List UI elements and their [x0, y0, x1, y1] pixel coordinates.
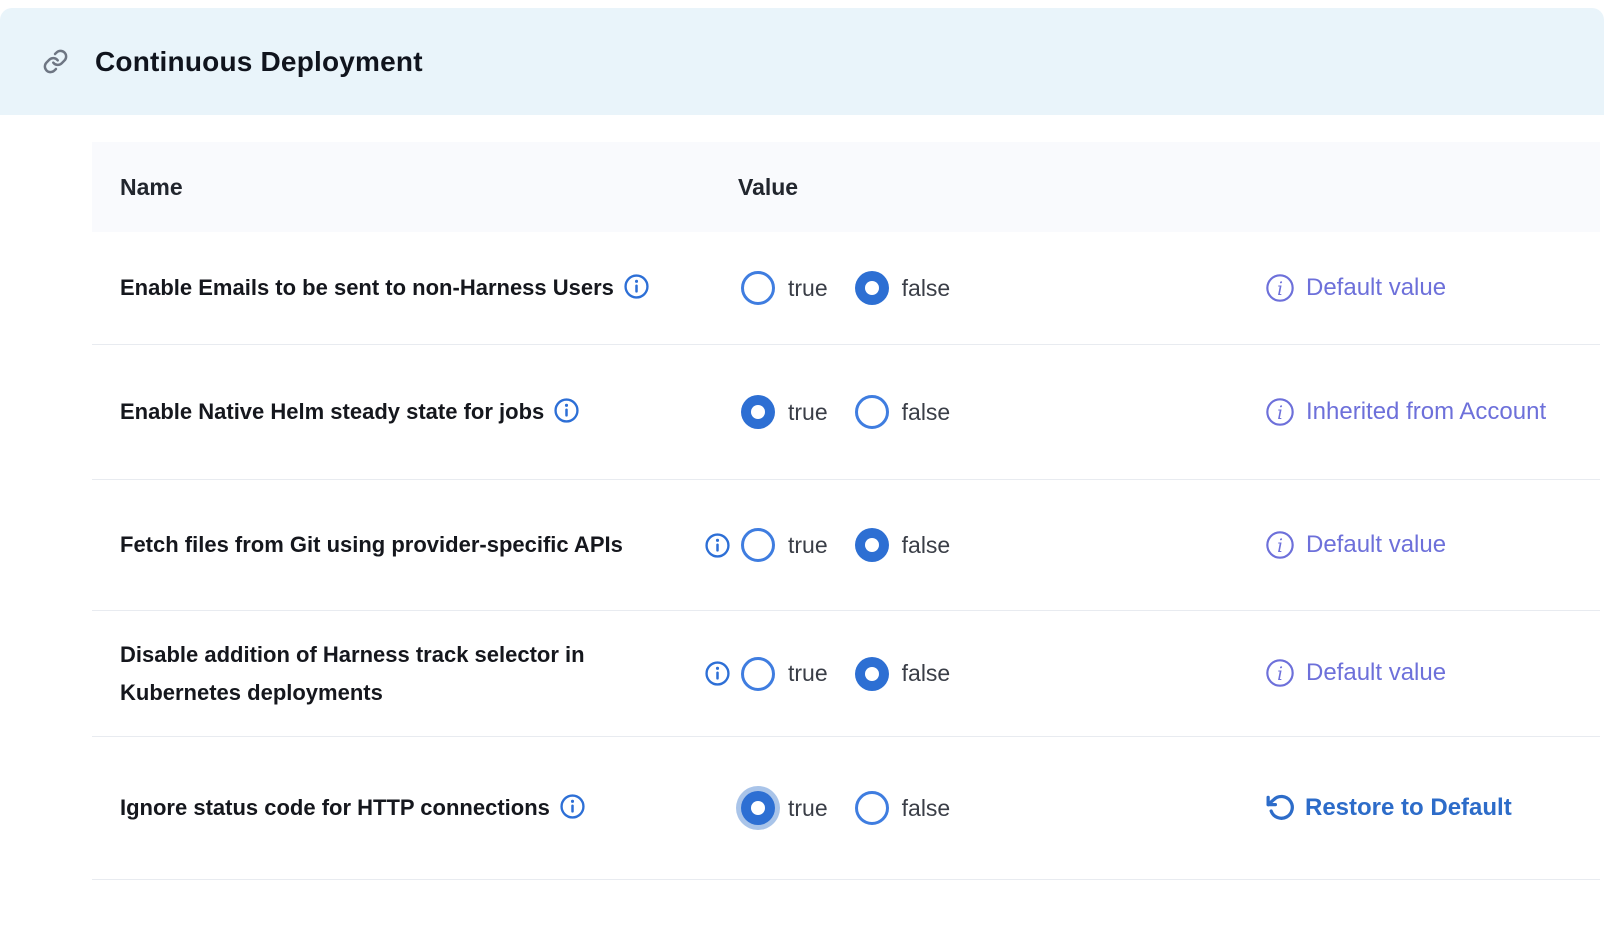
radio-button-true[interactable]: [741, 657, 775, 691]
radio-button-false[interactable]: [855, 657, 889, 691]
settings-row: Enable Native Helm steady state for jobs: [92, 345, 1600, 480]
radio-button-false[interactable]: [855, 395, 889, 429]
setting-status-cell: i Restore to Default: [1265, 791, 1600, 825]
setting-name-cell: Enable Emails to be sent to non-Harness …: [120, 269, 705, 307]
radio-label-true: true: [788, 399, 828, 426]
setting-name-cell: Disable addition of Harness track select…: [120, 636, 705, 712]
info-icon[interactable]: [705, 533, 730, 558]
radio-label-false: false: [902, 660, 951, 687]
info-icon[interactable]: [705, 661, 730, 686]
radio-button-true[interactable]: [741, 791, 775, 825]
page-title: Continuous Deployment: [95, 46, 423, 78]
svg-text:i: i: [1277, 403, 1283, 424]
link-icon[interactable]: [42, 48, 69, 75]
radio-option-false[interactable]: false: [855, 791, 951, 825]
setting-status-cell: i Default value: [1265, 271, 1600, 305]
svg-text:i: i: [1277, 536, 1283, 557]
radio-option-false[interactable]: false: [855, 395, 951, 429]
radio-label-false: false: [902, 275, 951, 302]
radio-label-false: false: [902, 532, 951, 559]
setting-value-cell: true false: [705, 657, 1265, 691]
table-header: Name Value: [92, 142, 1600, 232]
radio-label-true: true: [788, 532, 828, 559]
svg-text:i: i: [1277, 664, 1283, 685]
status-info-icon[interactable]: i: [1265, 658, 1295, 688]
setting-status-cell: i Inherited from Account: [1265, 395, 1600, 429]
radio-option-false[interactable]: false: [855, 271, 951, 305]
radio-button-true[interactable]: [741, 395, 775, 429]
radio-button-false[interactable]: [855, 791, 889, 825]
section-header: Continuous Deployment: [0, 8, 1604, 115]
setting-name: Ignore status code for HTTP connections: [120, 795, 550, 820]
radio-label-false: false: [902, 399, 951, 426]
status-label[interactable]: Default value: [1306, 271, 1446, 305]
radio-button-true[interactable]: [741, 528, 775, 562]
status-info-icon[interactable]: i: [1265, 273, 1295, 303]
info-icon[interactable]: [560, 794, 585, 819]
status-label[interactable]: Default value: [1306, 656, 1446, 690]
setting-name-cell: Fetch files from Git using provider-spec…: [120, 526, 705, 564]
radio-option-true[interactable]: true: [741, 528, 828, 562]
setting-name: Enable Emails to be sent to non-Harness …: [120, 275, 614, 300]
status-label[interactable]: Default value: [1306, 528, 1446, 562]
svg-text:i: i: [1277, 279, 1283, 300]
setting-value-cell: true false: [705, 528, 1265, 562]
radio-option-false[interactable]: false: [855, 528, 951, 562]
value-info-slot: [705, 533, 741, 558]
radio-label-false: false: [902, 795, 951, 822]
radio-label-true: true: [788, 795, 828, 822]
column-header-name: Name: [120, 174, 738, 201]
radio-option-true[interactable]: true: [741, 657, 828, 691]
settings-table: Name Value Enable Emails to be sent to n…: [92, 142, 1600, 880]
status-info-icon[interactable]: i: [1265, 397, 1295, 427]
setting-value-cell: true false: [705, 271, 1265, 305]
setting-status-cell: i Default value: [1265, 656, 1600, 690]
radio-option-true[interactable]: true: [741, 271, 828, 305]
radio-option-false[interactable]: false: [855, 657, 951, 691]
radio-label-true: true: [788, 275, 828, 302]
radio-button-false[interactable]: [855, 271, 889, 305]
value-info-slot: [705, 796, 741, 821]
radio-option-true[interactable]: true: [741, 395, 828, 429]
setting-name-cell: Enable Native Helm steady state for jobs: [120, 393, 705, 431]
info-icon[interactable]: [624, 274, 649, 299]
settings-row: Ignore status code for HTTP connections: [92, 737, 1600, 880]
settings-row: Fetch files from Git using provider-spec…: [92, 480, 1600, 611]
settings-page: Continuous Deployment Name Value Enable …: [0, 0, 1604, 926]
setting-name: Fetch files from Git using provider-spec…: [120, 532, 623, 557]
settings-row: Enable Emails to be sent to non-Harness …: [92, 232, 1600, 345]
radio-label-true: true: [788, 660, 828, 687]
setting-name: Disable addition of Harness track select…: [120, 642, 585, 705]
info-icon[interactable]: [554, 398, 579, 423]
setting-name: Enable Native Helm steady state for jobs: [120, 399, 544, 424]
setting-value-cell: true false: [705, 395, 1265, 429]
setting-name-cell: Ignore status code for HTTP connections: [120, 789, 705, 827]
settings-row: Disable addition of Harness track select…: [92, 611, 1600, 737]
status-label[interactable]: Inherited from Account: [1306, 395, 1546, 429]
value-info-slot: [705, 661, 741, 686]
value-info-slot: [705, 400, 741, 425]
status-info-icon[interactable]: i: [1265, 530, 1295, 560]
radio-button-false[interactable]: [855, 528, 889, 562]
restore-icon[interactable]: [1265, 793, 1294, 822]
column-header-value: Value: [738, 174, 1600, 201]
setting-status-cell: i Default value: [1265, 528, 1600, 562]
radio-option-true[interactable]: true: [741, 791, 828, 825]
radio-button-true[interactable]: [741, 271, 775, 305]
setting-value-cell: true false: [705, 791, 1265, 825]
settings-table-body: Enable Emails to be sent to non-Harness …: [92, 232, 1600, 880]
status-label[interactable]: Restore to Default: [1305, 791, 1512, 825]
value-info-slot: [705, 276, 741, 301]
